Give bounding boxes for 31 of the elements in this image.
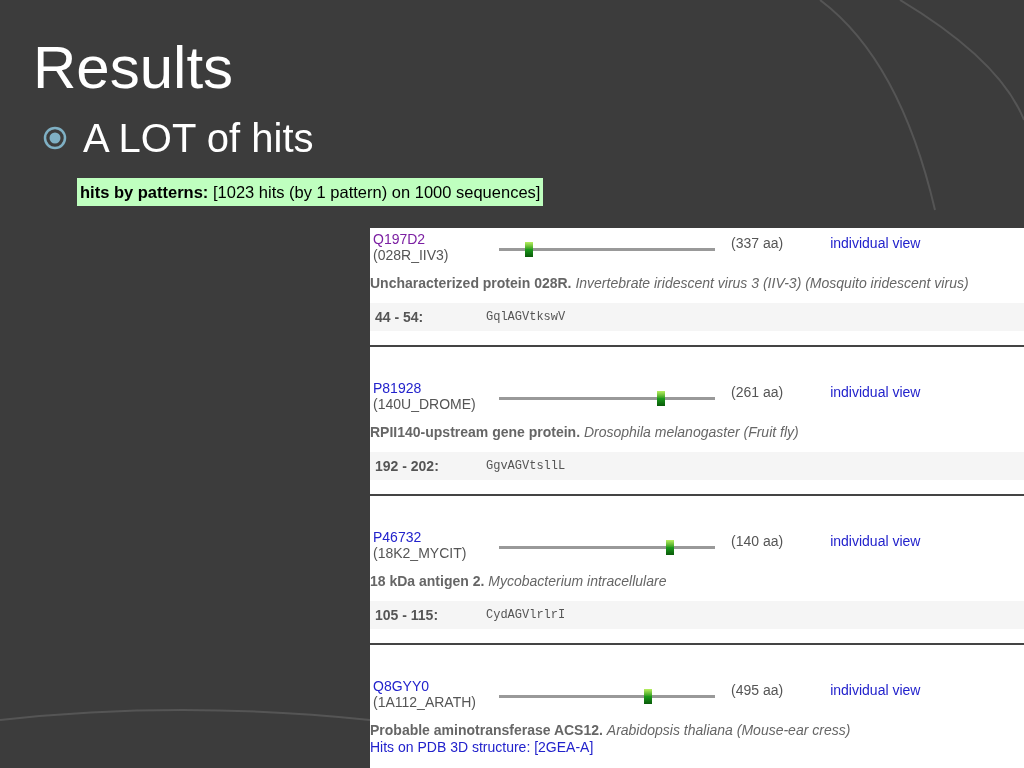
individual-view-link[interactable]: individual view	[830, 232, 921, 254]
accession-link[interactable]: P46732	[373, 529, 422, 545]
individual-view-link[interactable]: individual view	[830, 381, 921, 403]
accession-link[interactable]: Q8GYY0	[373, 678, 430, 694]
sequence-length: (140 aa)	[731, 531, 784, 551]
entry-name: (18K2_MYCIT)	[373, 545, 467, 561]
entry-name: (1A112_ARATH)	[373, 694, 476, 710]
matched-sequence: GgvAGVtsllL	[486, 458, 566, 475]
individual-view-link[interactable]: individual view	[830, 530, 921, 552]
accession-link[interactable]: Q197D2	[373, 231, 426, 247]
protein-description: RPII140-upstream gene protein. Drosophila melanogaster (Fruit fly)	[370, 423, 799, 441]
accession-link[interactable]: P81928	[373, 380, 422, 396]
sequence-length: (261 aa)	[731, 382, 784, 402]
sequence-length: (495 aa)	[731, 680, 784, 700]
matched-sequence: CydAGVlrlrI	[486, 607, 566, 624]
matched-sequence: GqlAGVtkswV	[486, 309, 566, 326]
slide-title: Results	[33, 33, 234, 103]
protein-description: Uncharacterized protein 028R. Invertebrate iridescent virus 3 (IIV-3) (Mosquito iridescent virus)	[370, 274, 969, 292]
summary-label: hits by patterns: [1023 hits (by 1 pattern) on 1000 sequences]	[77, 178, 544, 206]
entry-name: (028R_IIV3)	[373, 247, 449, 263]
pdb-structure-link[interactable]: Hits on PDB 3D structure: [2GEA-A]	[370, 739, 594, 755]
bullet-icon	[43, 126, 67, 150]
entry-name: (140U_DROME)	[373, 396, 476, 412]
protein-description: Probable aminotransferase ACS12. Arabidopsis thaliana (Mouse-ear cress)	[370, 721, 851, 739]
match-range: 192 - 202:	[375, 456, 440, 476]
individual-view-link[interactable]: individual view	[830, 679, 921, 701]
bullet-text: A LOT of hits	[83, 115, 314, 162]
match-range: 44 - 54:	[375, 307, 425, 327]
match-range: 105 - 115:	[375, 605, 440, 625]
sequence-length: (337 aa)	[731, 233, 784, 253]
protein-description: 18 kDa antigen 2. Mycobacterium intracellulare	[370, 572, 667, 590]
